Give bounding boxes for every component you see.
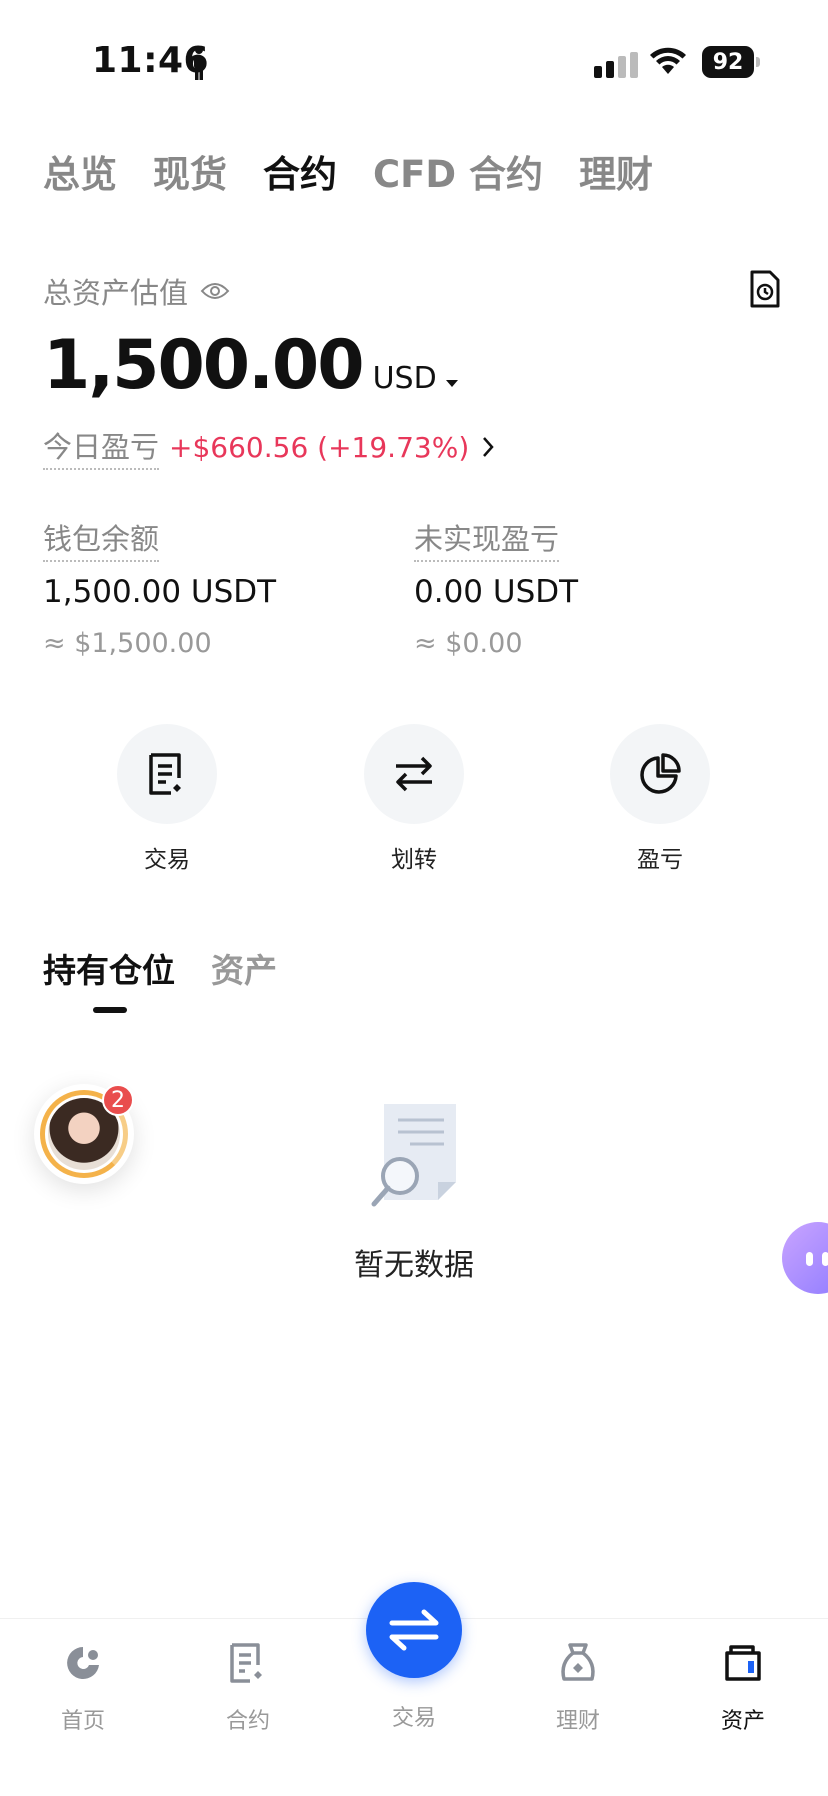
battery-cap <box>756 57 760 67</box>
nav-home-label: 首页 <box>60 1709 105 1734</box>
pnl-action-label: 盈亏 <box>637 847 683 873</box>
position-tabs: 持有仓位 资产 <box>43 944 313 992</box>
signal-icon <box>594 52 638 78</box>
unrealized-pnl-label: 未实现盈亏 <box>414 516 560 562</box>
caret-down-icon[interactable] <box>445 378 459 388</box>
tab-earn[interactable]: 理财 <box>579 144 653 198</box>
unrealized-pnl-block: 未实现盈亏 0.00 USDT ≈ $0.00 <box>414 516 578 659</box>
active-tab-indicator <box>93 1007 127 1013</box>
nav-home[interactable]: 首页 <box>23 1641 143 1735</box>
battery-level: 92 <box>702 46 754 78</box>
asset-label: 总资产估值 <box>43 276 189 310</box>
chat-eye-right <box>822 1252 828 1266</box>
unrealized-pnl-value: 0.00 USDT <box>414 574 579 610</box>
transfer-action-circle[interactable] <box>364 724 464 824</box>
battery-icon: 92 <box>702 46 760 78</box>
transfer-action-button[interactable]: 划转 <box>334 724 494 874</box>
nav-futures[interactable]: 合约 <box>188 1641 308 1735</box>
wallet-icon <box>725 1645 761 1681</box>
transfer-arrows-icon <box>396 756 432 792</box>
empty-state-text: 暂无数据 <box>354 1248 474 1283</box>
empty-search-icon <box>371 1104 456 1207</box>
finance-icon <box>561 1643 595 1681</box>
eye-icon[interactable] <box>200 281 230 301</box>
wallet-balance-block: 钱包余额 1,500.00 USDT ≈ $1,500.00 <box>43 516 276 659</box>
transfer-action-label: 划转 <box>391 847 437 873</box>
trade-doc-icon <box>149 753 181 795</box>
nav-trade-label: 交易 <box>391 1706 436 1731</box>
tab-assets[interactable]: 资产 <box>211 944 277 992</box>
total-asset-value: 1,500.00 <box>43 326 365 405</box>
wallet-balance-approx: ≈ $1,500.00 <box>43 628 212 659</box>
today-pnl-label: 今日盈亏 <box>43 424 160 470</box>
asset-label-row: 总资产估值 <box>43 270 230 312</box>
chat-eye-left <box>806 1252 813 1266</box>
pnl-action-button[interactable]: 盈亏 <box>580 724 740 874</box>
status-bar: 11:46 92 <box>0 0 828 100</box>
currency-selector[interactable]: USD <box>373 361 437 396</box>
notification-badge: 2 <box>102 1084 134 1116</box>
total-value-row: 1,500.00 USD <box>43 326 459 405</box>
wallet-balance-value: 1,500.00 USDT <box>43 574 277 610</box>
pnl-action-circle[interactable] <box>610 724 710 824</box>
swap-icon <box>389 1609 439 1651</box>
nav-earn-label: 理财 <box>555 1709 600 1734</box>
nav-futures-label: 合约 <box>225 1709 270 1734</box>
nav-assets[interactable]: 资产 <box>683 1641 803 1735</box>
today-pnl-row[interactable]: 今日盈亏 +$660.56 (+19.73%) <box>43 424 495 470</box>
wifi-icon <box>650 47 686 74</box>
tab-spot[interactable]: 现货 <box>153 144 227 198</box>
trade-action-label: 交易 <box>144 847 190 873</box>
contract-icon <box>230 1643 262 1683</box>
tab-cfd-futures[interactable]: CFD 合约 <box>373 144 543 198</box>
home-icon <box>67 1647 99 1679</box>
unrealized-pnl-approx: ≈ $0.00 <box>414 628 523 659</box>
top-tabs: 总览 现货 合约 CFD 合约 理财 <box>43 144 689 198</box>
tab-overview[interactable]: 总览 <box>43 144 117 198</box>
trade-action-circle[interactable] <box>117 724 217 824</box>
trade-fab-button[interactable] <box>366 1582 462 1678</box>
trade-action-button[interactable]: 交易 <box>87 724 247 874</box>
chevron-right-icon[interactable] <box>481 435 495 459</box>
tab-positions[interactable]: 持有仓位 <box>43 944 175 992</box>
person-icon <box>194 46 204 80</box>
tab-futures[interactable]: 合约 <box>263 144 337 198</box>
nav-assets-label: 资产 <box>720 1709 765 1734</box>
pie-chart-icon <box>640 753 681 794</box>
wallet-balance-label: 钱包余额 <box>43 516 160 562</box>
nav-earn[interactable]: 理财 <box>518 1641 638 1735</box>
history-doc-icon[interactable] <box>748 270 782 308</box>
support-avatar-button[interactable]: 2 <box>34 1084 134 1184</box>
today-pnl-value: +$660.56 (+19.73%) <box>169 430 470 464</box>
